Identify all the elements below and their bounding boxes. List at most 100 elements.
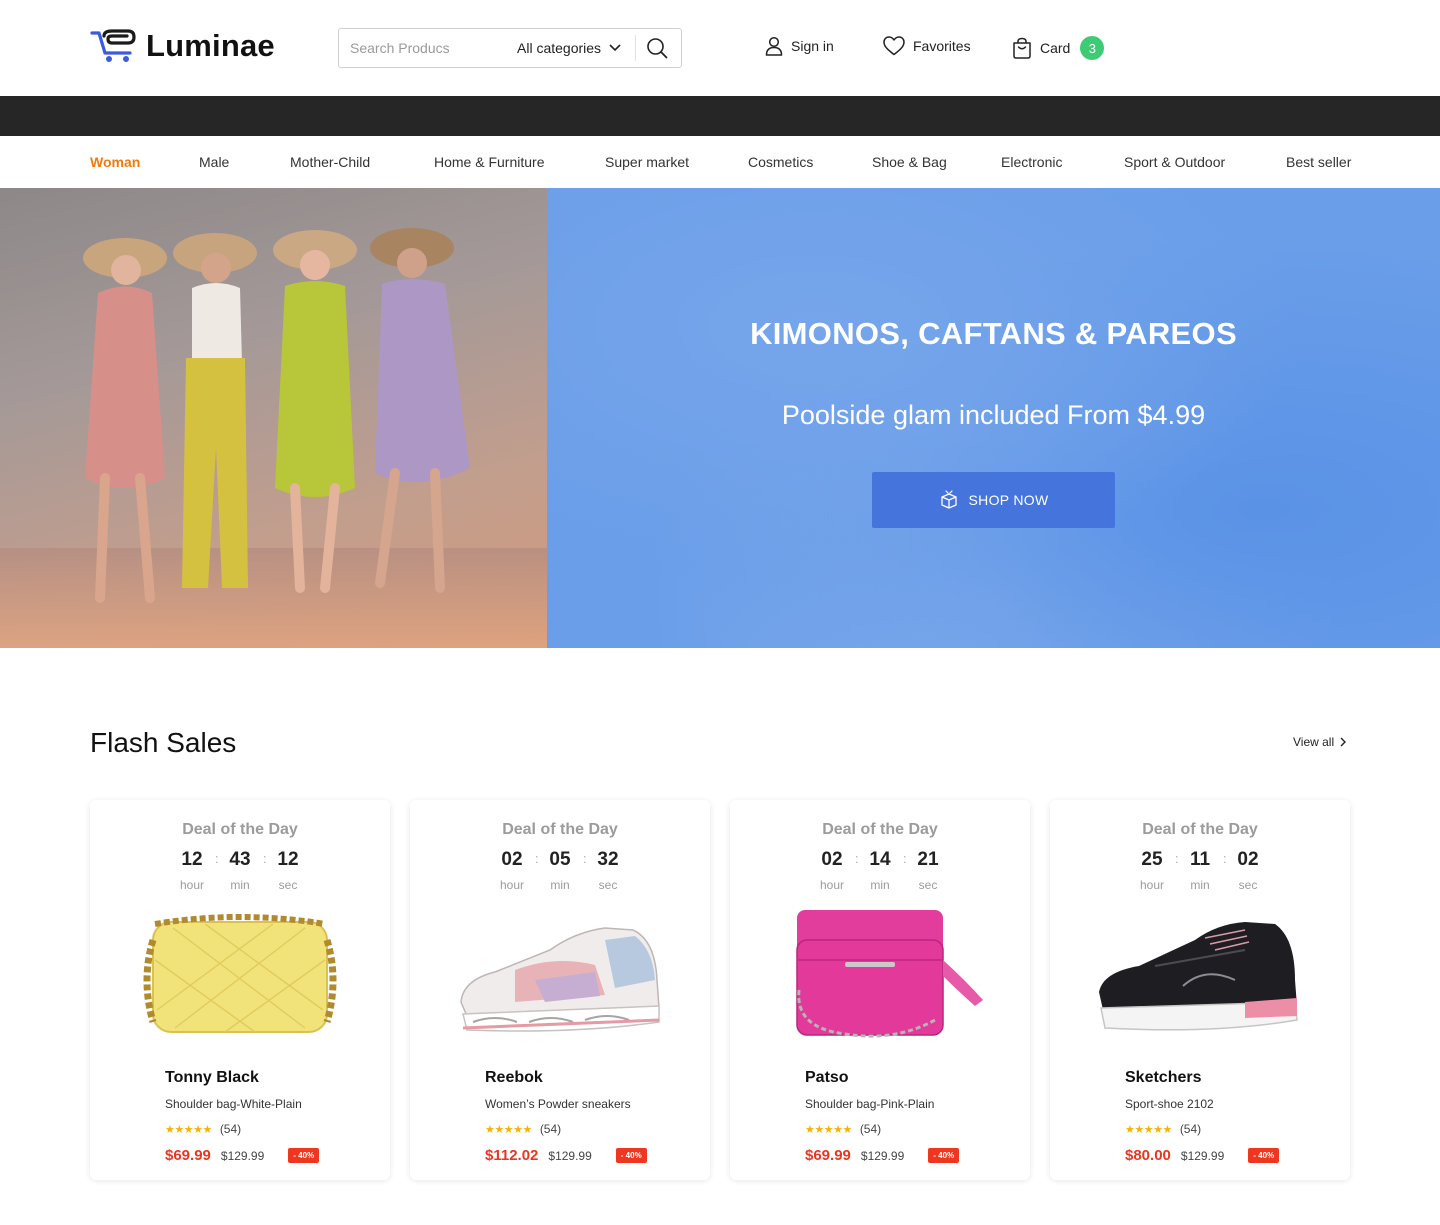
timer-min: 14 xyxy=(869,849,891,870)
product-description: Shoulder bag-Pink-Plain xyxy=(805,1097,935,1111)
pink-bag-image xyxy=(796,910,983,1038)
black-sneaker-image xyxy=(1099,922,1298,1031)
product-description: Women’s Powder sneakers xyxy=(485,1097,631,1111)
product-card[interactable]: Deal of the Day 02 hour : 14 min : 21 sec P… xyxy=(730,800,1030,1180)
countdown-timer: 12 hour : 43 min : 12 sec xyxy=(90,849,390,892)
search-button[interactable] xyxy=(636,29,678,67)
product-price: $69.99 $129.99 - 40% xyxy=(165,1147,320,1164)
hero-photo xyxy=(0,188,547,648)
cart-logo-icon xyxy=(90,29,136,62)
star-rating-icon: ★★★★★ xyxy=(485,1123,532,1136)
timer-sec: 02 xyxy=(1237,849,1259,870)
rating-count: (54) xyxy=(859,1122,882,1136)
product-name: Reebok xyxy=(485,1069,543,1086)
nav-item-shoe-bag[interactable]: Shoe & Bag xyxy=(872,154,947,170)
pastel-sneaker-image xyxy=(460,927,660,1032)
sign-in-label: Sign in xyxy=(791,38,834,54)
product-card[interactable]: Deal of the Day 02 hour : 05 min : 32 sec R… xyxy=(410,800,710,1180)
sale-price: $69.99 xyxy=(805,1147,851,1164)
flash-sales-title: Flash Sales xyxy=(90,727,237,758)
favorites-link[interactable]: Favorites xyxy=(883,36,971,56)
product-card[interactable]: Deal of the Day 25 hour : 11 min : 02 sec S… xyxy=(1050,800,1350,1180)
sale-price: $80.00 xyxy=(1125,1147,1171,1164)
timer-hour-label: hour xyxy=(819,878,845,892)
timer-sec-label: sec xyxy=(278,878,298,892)
search-input[interactable] xyxy=(339,29,509,67)
product-price: $69.99 $129.99 - 40% xyxy=(805,1147,960,1164)
product-price: $80.00 $129.99 - 40% xyxy=(1125,1147,1280,1164)
box-icon xyxy=(940,490,957,509)
brand-name: Luminae xyxy=(146,28,275,63)
nav-item-home-furniture[interactable]: Home & Furniture xyxy=(434,154,544,170)
product-rating: ★★★★★ (54) xyxy=(1125,1122,1201,1136)
nav-item-super-market[interactable]: Super market xyxy=(605,154,689,170)
timer-hour: 02 xyxy=(501,849,523,870)
timer-min-label: min xyxy=(550,878,570,892)
sale-price: $112.02 xyxy=(485,1147,539,1164)
hero-banner: KIMONOS, CAFTANS & PAREOS Poolside glam … xyxy=(547,188,1440,648)
sign-in-link[interactable]: Sign in xyxy=(765,36,834,56)
timer-sec: 12 xyxy=(277,849,299,870)
discount-badge: - 40% xyxy=(615,1148,647,1163)
view-all-link[interactable]: View all xyxy=(1293,735,1347,749)
product-name: Patso xyxy=(805,1069,849,1086)
user-icon xyxy=(765,36,783,56)
timer-sec-label: sec xyxy=(598,878,618,892)
timer-hour: 25 xyxy=(1141,849,1163,870)
timer-min: 05 xyxy=(549,849,571,870)
deal-title: Deal of the Day xyxy=(182,821,298,838)
favorites-label: Favorites xyxy=(913,38,971,54)
countdown-timer: 25 hour : 11 min : 02 sec xyxy=(1050,849,1350,892)
rating-count: (54) xyxy=(539,1122,562,1136)
star-rating-icon: ★★★★★ xyxy=(805,1123,852,1136)
timer-min-label: min xyxy=(1190,878,1210,892)
deal-title: Deal of the Day xyxy=(1142,821,1258,838)
countdown-timer: 02 hour : 05 min : 32 sec xyxy=(410,849,710,892)
product-description: Sport-shoe 2102 xyxy=(1125,1097,1214,1111)
original-price: $129.99 xyxy=(1180,1148,1225,1163)
promo-bar xyxy=(0,96,1440,136)
product-card[interactable]: Deal of the Day 12 hour : 43 min : 12 sec T… xyxy=(90,800,390,1180)
nav-item-male[interactable]: Male xyxy=(199,154,229,170)
timer-hour-label: hour xyxy=(179,878,205,892)
cart-link[interactable]: Card 3 xyxy=(1012,36,1105,60)
nav-item-mother-child[interactable]: Mother-Child xyxy=(290,154,370,170)
nav-item-woman[interactable]: Woman xyxy=(90,154,140,170)
product-rating: ★★★★★ (54) xyxy=(165,1122,241,1136)
shop-now-button[interactable]: SHOP NOW xyxy=(872,472,1115,528)
heart-icon xyxy=(883,36,905,56)
timer-hour-label: hour xyxy=(1139,878,1165,892)
original-price: $129.99 xyxy=(860,1148,905,1163)
timer-sec-label: sec xyxy=(918,878,938,892)
timer-min-label: min xyxy=(870,878,890,892)
star-rating-icon: ★★★★★ xyxy=(165,1123,212,1136)
product-rating: ★★★★★ (54) xyxy=(485,1122,561,1136)
search-icon xyxy=(647,38,668,59)
rating-count: (54) xyxy=(1179,1122,1202,1136)
nav-item-cosmetics[interactable]: Cosmetics xyxy=(748,154,813,170)
category-label: All categories xyxy=(517,40,602,56)
timer-hour-label: hour xyxy=(499,878,525,892)
star-rating-icon: ★★★★★ xyxy=(1125,1123,1172,1136)
countdown-timer: 02 hour : 14 min : 21 sec xyxy=(730,849,1030,892)
chevron-down-icon xyxy=(609,44,621,52)
category-dropdown[interactable]: All categories xyxy=(517,40,635,56)
cart-label: Card xyxy=(1040,40,1071,56)
timer-min-label: min xyxy=(230,878,250,892)
timer-sec-label: sec xyxy=(1238,878,1258,892)
discount-badge: - 40% xyxy=(928,1148,960,1163)
timer-sec: 21 xyxy=(917,849,939,870)
product-name: Sketchers xyxy=(1125,1069,1202,1086)
discount-badge: - 40% xyxy=(288,1148,320,1163)
chevron-right-icon xyxy=(1340,737,1347,747)
yellow-bag-image xyxy=(143,914,337,1033)
original-price: $129.99 xyxy=(220,1148,265,1163)
product-name: Tonny Black xyxy=(165,1069,259,1086)
hero-section: KIMONOS, CAFTANS & PAREOS Poolside glam … xyxy=(0,188,1440,648)
timer-min: 43 xyxy=(229,849,251,870)
nav-item-sport-outdoor[interactable]: Sport & Outdoor xyxy=(1124,154,1225,170)
nav-item-best-seller[interactable]: Best seller xyxy=(1286,154,1351,170)
brand-logo[interactable]: Luminae xyxy=(90,28,275,64)
shopping-bag-icon xyxy=(1013,37,1031,59)
nav-item-electronic[interactable]: Electronic xyxy=(1001,154,1062,170)
